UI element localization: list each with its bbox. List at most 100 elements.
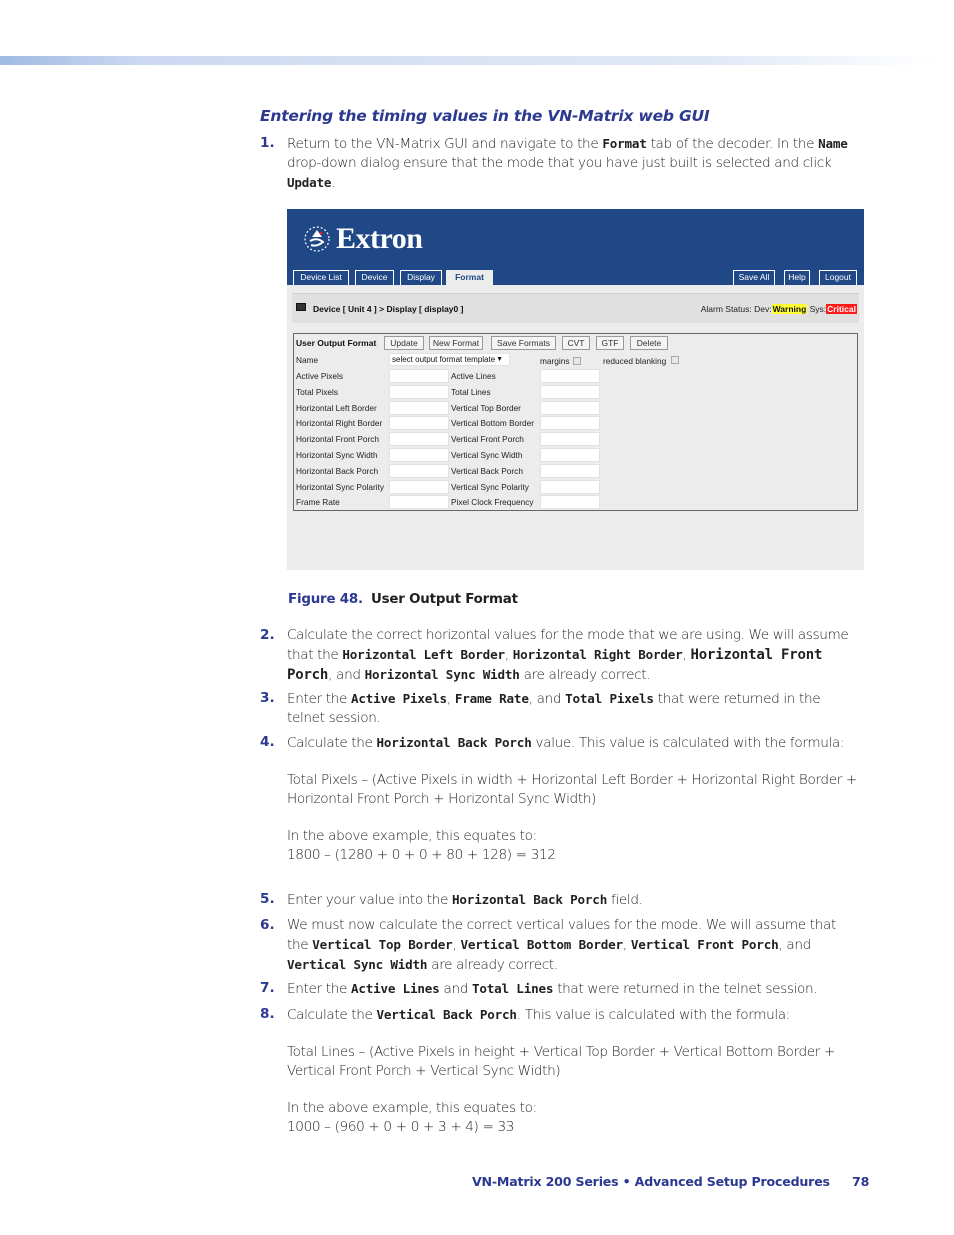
text-run: field.	[607, 892, 643, 908]
text-run: , and	[528, 691, 566, 707]
alarm-sys-badge: Critical	[826, 304, 857, 314]
ui-term: Update	[287, 175, 332, 190]
header-band	[0, 56, 935, 65]
new-format-button[interactable]: New Format	[429, 336, 483, 350]
text-run: value. This value is calculated with the…	[531, 735, 845, 751]
horizontal-front-porch-input[interactable]	[389, 432, 449, 447]
alarm-dev-badge: Warning	[771, 304, 808, 314]
margins-checkbox[interactable]	[573, 357, 581, 365]
step-text: We must now calculate the correct vertic…	[287, 916, 860, 975]
footer-title: VN-Matrix 200 Series • Advanced Setup Pr…	[472, 1174, 830, 1189]
step-number: 1.	[260, 135, 275, 151]
tab-device-list[interactable]: Device List	[293, 270, 349, 285]
horizontal-left-border-label: Horizontal Left Border	[296, 402, 377, 413]
ui-term: Vertical Sync Width	[287, 957, 428, 972]
horizontal-sync-polarity-label: Horizontal Sync Polarity	[296, 481, 385, 492]
step-2: 2. Calculate the correct horizontal value…	[260, 626, 860, 685]
text-run: ,	[446, 691, 455, 707]
help-button[interactable]: Help	[784, 270, 810, 285]
step-5: 5. Enter your value into the Horizontal B…	[260, 890, 860, 910]
text-run: drop-down dialog ensure that the mode th…	[287, 155, 832, 171]
horizontal-sync-width-label: Horizontal Sync Width	[296, 450, 378, 460]
ui-term: Name	[818, 136, 848, 151]
frame-rate-input[interactable]	[389, 495, 449, 510]
cvt-button[interactable]: CVT	[562, 336, 590, 350]
vertical-front-porch-input[interactable]	[540, 432, 600, 447]
tab-display[interactable]: Display	[400, 270, 442, 285]
save-formats-button[interactable]: Save Formats	[491, 336, 556, 350]
ui-term: Total Pixels	[565, 691, 654, 706]
total-lines-input[interactable]	[540, 384, 600, 399]
text-run: are already correct.	[519, 667, 651, 683]
text-run: , and	[328, 667, 365, 683]
total-pixels-input[interactable]	[389, 384, 449, 399]
delete-button[interactable]: Delete	[630, 336, 668, 350]
page-number: 78	[852, 1174, 870, 1189]
gtf-button[interactable]: GTF	[596, 336, 624, 350]
vertical-back-porch-input[interactable]	[540, 463, 600, 478]
ui-term: Total Lines	[472, 981, 554, 996]
save-all-button[interactable]: Save All	[733, 270, 775, 285]
horizontal-sync-polarity-input[interactable]	[389, 479, 449, 494]
step-text: Calculate the Horizontal Back Porch valu…	[287, 733, 860, 865]
ui-term: Active Lines	[350, 981, 440, 996]
ui-term: Vertical Back Porch	[376, 1007, 517, 1022]
tab-format[interactable]: Format	[446, 270, 493, 285]
ui-term: Vertical Front Porch	[630, 937, 779, 952]
text-run: ,	[622, 937, 631, 953]
extron-logo: Extron	[303, 224, 423, 254]
step-text: Enter the Active Lines and Total Lines t…	[287, 979, 860, 999]
vertical-top-border-input[interactable]	[540, 400, 600, 415]
horizontal-right-border-label: Horizontal Right Border	[296, 418, 383, 429]
pixel-clock-frequency-input[interactable]	[540, 495, 600, 510]
text-run: In the above example, this equates to:	[287, 828, 537, 844]
pixel-clock-frequency-label: Pixel Clock Frequency	[451, 497, 534, 508]
figure-number: Figure 48.	[288, 592, 363, 607]
active-lines-input[interactable]	[540, 369, 600, 383]
horizontal-sync-width-input[interactable]	[389, 448, 449, 462]
step-number: 7.	[260, 980, 275, 996]
breadcrumb[interactable]: Device [ Unit 4 ] > Display [ display0 ]	[313, 304, 463, 314]
text-run: that were returned in the telnet session…	[553, 981, 818, 997]
vertical-sync-width-input[interactable]	[540, 448, 600, 462]
text-run: ,	[504, 647, 513, 663]
name-select[interactable]: select output format template ▼	[389, 353, 510, 366]
step-7: 7. Enter the Active Lines and Total Lines…	[260, 979, 860, 999]
ui-term: Horizontal Back Porch	[376, 735, 532, 750]
horizontal-back-porch-input[interactable]	[389, 463, 449, 478]
ui-term: Format	[602, 136, 647, 151]
section-heading: Entering the timing values in the VN-Mat…	[260, 107, 710, 125]
vertical-back-porch-label: Vertical Back Porch	[451, 465, 523, 476]
vertical-top-border-label: Vertical Top Border	[451, 402, 521, 413]
active-pixels-input[interactable]	[389, 369, 449, 383]
vertical-sync-polarity-label: Vertical Sync Polarity	[451, 481, 529, 492]
reduced-blanking-checkbox[interactable]	[671, 356, 679, 364]
text-run: 1000 – (960 + 0 + 0 + 3 + 4) = 33	[287, 1119, 515, 1135]
update-button[interactable]: Update	[384, 336, 424, 350]
active-pixels-label: Active Pixels	[296, 371, 344, 381]
reduced-blanking-label: reduced blanking	[603, 356, 667, 366]
step-text: Enter the Active Pixels, Frame Rate, and…	[287, 689, 860, 728]
ui-term: Frame Rate	[454, 691, 529, 706]
text-run: and	[439, 981, 473, 997]
horizontal-back-porch-label: Horizontal Back Porch	[296, 465, 379, 476]
horizontal-right-border-input[interactable]	[389, 416, 449, 431]
horizontal-left-border-input[interactable]	[389, 400, 449, 415]
vertical-bottom-border-input[interactable]	[540, 416, 600, 431]
text-run: 1800 – (1280 + 0 + 0 + 80 + 128) = 312	[287, 847, 556, 863]
breadcrumb-bar: Device [ Unit 4 ] > Display [ display0 ]…	[292, 293, 859, 323]
ui-term: Horizontal Back Porch	[452, 892, 608, 907]
text-run: Total Pixels – (Active Pixels in width +…	[287, 772, 857, 807]
tab-device[interactable]: Device	[355, 270, 394, 285]
step-number: 3.	[260, 690, 275, 706]
vertical-sync-polarity-input[interactable]	[540, 479, 600, 494]
ui-term: Vertical Top Border	[312, 937, 453, 952]
logout-button[interactable]: Logout	[819, 270, 857, 285]
step-number: 6.	[260, 917, 275, 933]
step-text: Enter your value into the Horizontal Bac…	[287, 890, 860, 910]
ui-term: Horizontal Sync Width	[364, 667, 520, 682]
alarm-status: Alarm Status: Dev:Warning Sys:Critical	[701, 304, 857, 314]
total-lines-label: Total Lines	[451, 386, 491, 397]
chevron-down-icon: ▼	[496, 356, 503, 363]
step-1: 1. Return to the VN-Matrix GUI and naviga…	[260, 134, 860, 193]
